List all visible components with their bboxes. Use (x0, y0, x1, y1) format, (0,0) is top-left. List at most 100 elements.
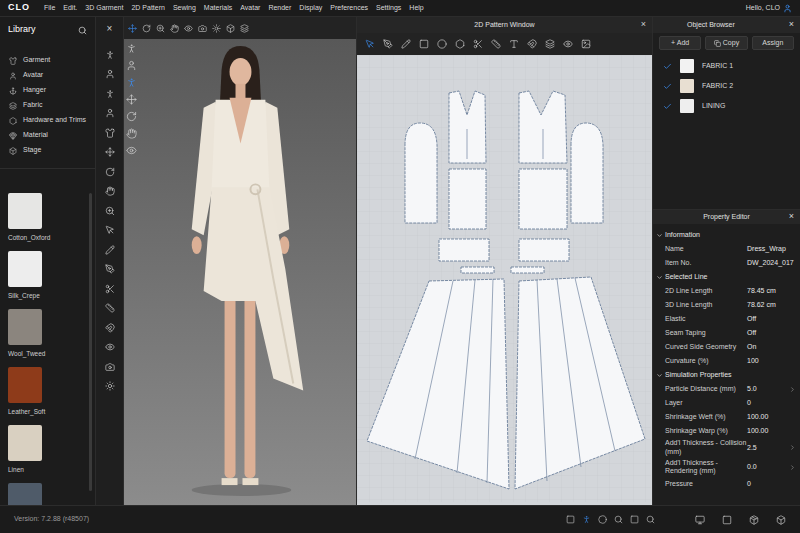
tool-icon[interactable] (105, 362, 115, 372)
pattern-tool-icon[interactable] (383, 39, 393, 49)
property-value[interactable]: 78.62 cm (747, 300, 796, 311)
tool-button[interactable] (105, 318, 115, 338)
side-tool-icon[interactable] (126, 77, 137, 88)
tool-icon[interactable] (105, 381, 115, 391)
pattern-tool-icon[interactable] (473, 39, 483, 49)
menu-item[interactable]: File (44, 3, 55, 14)
fabric-row[interactable]: FABRIC 2 (653, 76, 800, 96)
tool-button[interactable] (105, 162, 115, 182)
material-item[interactable] (8, 483, 89, 505)
viewport-tool-icon[interactable] (128, 24, 137, 33)
status-tool-icon[interactable] (646, 515, 655, 524)
status-tool-icon[interactable] (630, 515, 639, 524)
pattern-canvas-drawing[interactable] (357, 55, 651, 502)
material-thumbnail[interactable] (8, 483, 42, 505)
viewport-tool-icon[interactable] (156, 24, 165, 33)
pattern-tool-icon[interactable] (455, 39, 465, 49)
pattern-tool-icon[interactable] (509, 39, 519, 49)
tool-icon[interactable] (105, 128, 115, 138)
property-value[interactable]: On (747, 342, 796, 353)
material-item[interactable]: Cotton_Oxford (8, 193, 89, 245)
tool-icon[interactable] (105, 50, 115, 60)
tool-icon[interactable] (105, 342, 115, 352)
tool-button[interactable] (105, 260, 115, 280)
arrow-icon[interactable] (789, 444, 796, 451)
property-editor-close-button[interactable]: × (789, 210, 794, 224)
property-row[interactable]: 2D Line Length78.45 cm (653, 284, 800, 298)
status-tool-icon[interactable] (582, 515, 591, 524)
toolbox-close-button[interactable]: × (107, 17, 113, 39)
tool-button[interactable] (105, 104, 115, 124)
material-thumbnail[interactable] (8, 425, 42, 461)
library-category[interactable]: Fabric (0, 98, 95, 113)
viewport-tool-icon[interactable] (170, 24, 179, 33)
pattern-tool-icon[interactable] (491, 39, 501, 49)
menu-item[interactable]: 3D Garment (85, 3, 123, 14)
property-value[interactable]: Off (747, 314, 796, 325)
property-row[interactable]: Shrinkage Weft (%)100.00 (653, 410, 800, 424)
status-panel-icon[interactable] (776, 515, 786, 525)
property-row[interactable]: Curved Side GeometryOn (653, 340, 800, 354)
property-row[interactable]: Pressure0 (653, 477, 800, 491)
fabric-row[interactable]: LINING (653, 96, 800, 116)
material-item[interactable]: Silk_Crepe (8, 251, 89, 303)
property-value[interactable]: Off (747, 328, 796, 339)
tool-icon[interactable] (105, 303, 115, 313)
property-row[interactable]: Curvature (%)100 (653, 354, 800, 368)
library-scrollbar[interactable] (89, 193, 92, 491)
tool-icon[interactable] (105, 108, 115, 118)
library-category[interactable]: Hanger (0, 83, 95, 98)
arrow-icon[interactable] (789, 386, 796, 393)
section-header[interactable]: Information (653, 228, 800, 242)
pattern-tool-icon[interactable] (545, 39, 555, 49)
material-thumbnail[interactable] (8, 309, 42, 345)
pattern-tool-icon[interactable] (365, 39, 375, 49)
library-category[interactable]: Avatar (0, 68, 95, 83)
tool-icon[interactable] (105, 225, 115, 235)
status-panel-icon[interactable] (695, 515, 705, 525)
expand-icon[interactable] (656, 372, 663, 379)
property-row[interactable]: Add'l Thickness - Collision (mm)2.5 (653, 438, 800, 458)
property-value[interactable]: 100.00 (747, 412, 796, 423)
material-thumbnail[interactable] (8, 251, 42, 287)
tool-icon[interactable] (105, 147, 115, 157)
viewport-tool-icon[interactable] (212, 24, 221, 33)
expand-icon[interactable] (656, 232, 663, 239)
status-tool-icon[interactable] (614, 515, 623, 524)
section-header[interactable]: Simulation Properties (653, 368, 800, 382)
status-panel-icon[interactable] (749, 515, 759, 525)
tool-icon[interactable] (105, 206, 115, 216)
app-logo[interactable]: CLO (8, 1, 44, 15)
tool-button[interactable] (105, 377, 115, 397)
fabric-checkbox[interactable] (663, 62, 672, 71)
pattern-tool-icon[interactable] (437, 39, 447, 49)
fabric-row[interactable]: FABRIC 1 (653, 56, 800, 76)
property-row[interactable]: 3D Line Length78.62 cm (653, 298, 800, 312)
fabric-checkbox[interactable] (663, 102, 672, 111)
side-tool-icon[interactable] (126, 94, 137, 105)
property-value[interactable]: 2.5 (747, 443, 789, 454)
property-row[interactable]: Layer0 (653, 396, 800, 410)
object-browser-button[interactable]: Assign (752, 36, 794, 50)
tool-icon[interactable] (105, 264, 115, 274)
side-tool-icon[interactable] (126, 128, 137, 139)
object-browser-button[interactable]: Copy (705, 36, 747, 50)
status-tool-icon[interactable] (598, 515, 607, 524)
pattern-canvas[interactable] (357, 55, 652, 505)
menu-item[interactable]: Edit. (63, 3, 77, 14)
library-category[interactable]: Garment (0, 53, 95, 68)
property-row[interactable]: Item No.DW_2024_017 (653, 256, 800, 270)
property-value[interactable]: 0 (747, 479, 796, 490)
tool-button[interactable] (105, 357, 115, 377)
tool-icon[interactable] (105, 69, 115, 79)
viewport-tool-icon[interactable] (226, 24, 235, 33)
library-category[interactable]: Hardware and Trims (0, 113, 95, 128)
tool-button[interactable] (105, 221, 115, 241)
tool-button[interactable] (105, 279, 115, 299)
pattern-tool-icon[interactable] (563, 39, 573, 49)
tool-button[interactable] (105, 201, 115, 221)
tool-button[interactable] (105, 123, 115, 143)
side-tool-icon[interactable] (126, 43, 137, 54)
pattern-tool-icon[interactable] (401, 39, 411, 49)
tool-button[interactable] (105, 338, 115, 358)
